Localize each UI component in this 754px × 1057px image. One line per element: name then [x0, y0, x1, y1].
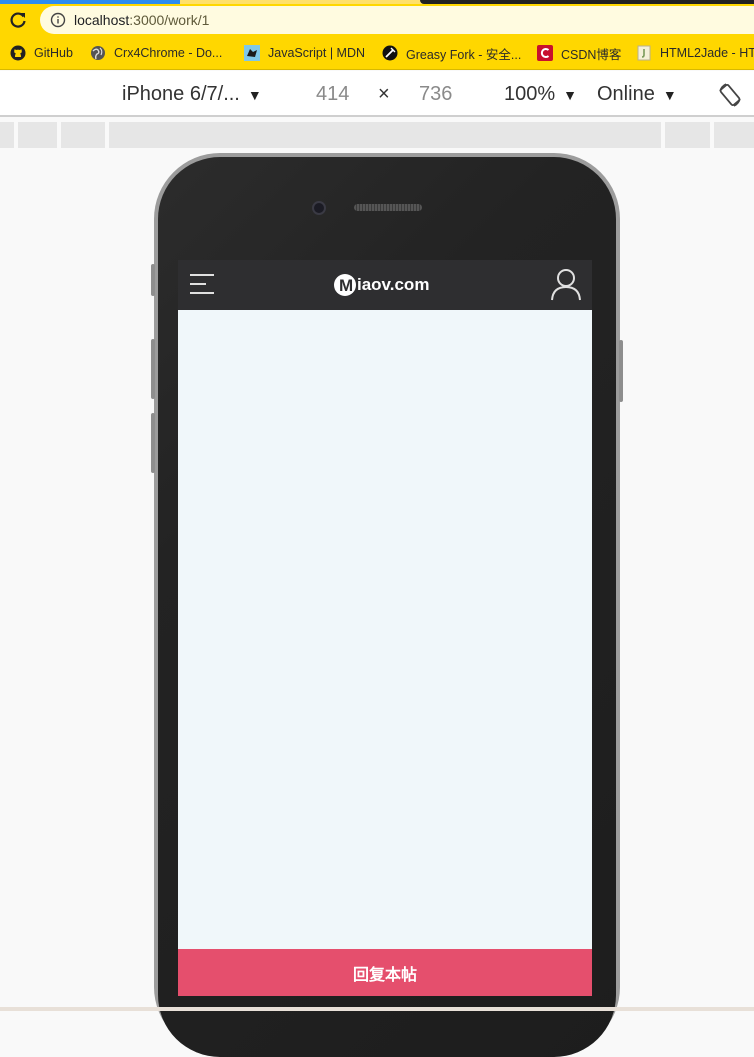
mute-switch: [151, 264, 155, 296]
github-icon: [10, 45, 26, 61]
bookmark-html2jade[interactable]: HTML2Jade - HT: [636, 44, 754, 62]
times-sign: ×: [378, 83, 390, 105]
media-query-segment[interactable]: [109, 122, 661, 148]
menu-icon[interactable]: [190, 271, 216, 297]
reply-button-label: 回复本帖: [352, 964, 417, 984]
bookmark-github[interactable]: GitHub: [10, 44, 73, 62]
media-query-segment[interactable]: [61, 122, 105, 148]
app-header: iaov.com: [178, 260, 592, 310]
logo-text: iaov.com: [357, 275, 430, 294]
site-logo[interactable]: iaov.com: [334, 272, 429, 298]
mdn-icon: [244, 45, 260, 61]
width-value: 414: [316, 83, 350, 105]
device-toolbar: iPhone 6/7/... ▼ 414 × 736 100% ▼ Online…: [0, 71, 754, 117]
front-camera: [312, 201, 326, 215]
address-bar: localhost:3000/work/1: [0, 4, 754, 36]
bookmark-label: Greasy Fork - 安全...: [406, 47, 522, 62]
media-query-segment[interactable]: [0, 122, 14, 148]
csdn-icon: [537, 45, 553, 61]
bookmarks-bar: GitHub Crx4Chrome - Do... JavaScript | M…: [0, 36, 754, 70]
dimension-separator: ×: [378, 83, 390, 106]
url-path: :3000/work/1: [129, 12, 210, 28]
volume-down-button: [151, 413, 155, 473]
network-select[interactable]: Online ▼: [597, 83, 677, 106]
dropdown-caret-icon: ▼: [563, 86, 578, 103]
device-select[interactable]: iPhone 6/7/... ▼: [122, 83, 262, 106]
bookmark-label: GitHub: [34, 46, 73, 60]
dropdown-caret-icon: ▼: [247, 86, 262, 103]
bookmark-label: JavaScript | MDN: [268, 46, 366, 60]
media-query-segment[interactable]: [18, 122, 57, 148]
media-query-segment[interactable]: [665, 122, 710, 148]
power-button: [619, 340, 623, 402]
earpiece-speaker: [354, 204, 422, 211]
device-name: iPhone 6/7/...: [122, 83, 240, 105]
globe-icon: [91, 46, 105, 60]
user-icon[interactable]: [550, 267, 582, 301]
width-input[interactable]: 414: [316, 83, 349, 106]
greasyfork-icon: [382, 45, 398, 61]
bookmark-label: CSDN博客: [561, 47, 622, 62]
height-value: 736: [419, 83, 453, 105]
network-value: Online: [597, 83, 655, 105]
info-icon[interactable]: [50, 12, 66, 28]
device-viewport: iaov.com 回复本帖: [178, 260, 592, 996]
bookmark-label: Crx4Chrome - Do...: [114, 46, 223, 60]
bookmark-label: HTML2Jade - HT: [660, 46, 754, 60]
document-icon: [637, 45, 651, 61]
reply-button[interactable]: 回复本帖: [178, 949, 592, 996]
media-query-bar: [0, 119, 754, 149]
dropdown-caret-icon: ▼: [662, 86, 677, 103]
post-content: [178, 310, 592, 949]
rotate-icon[interactable]: [716, 81, 744, 109]
zoom-select[interactable]: 100% ▼: [504, 83, 577, 106]
media-query-segment[interactable]: [714, 122, 754, 148]
zoom-value: 100%: [504, 83, 556, 105]
url-host: localhost: [74, 12, 130, 28]
bookmark-mdn[interactable]: JavaScript | MDN: [244, 44, 365, 62]
url-text: localhost:3000/work/1: [74, 12, 209, 28]
url-input[interactable]: localhost:3000/work/1: [40, 6, 754, 34]
bookmark-greasyfork[interactable]: Greasy Fork - 安全...: [382, 44, 521, 62]
volume-up-button: [151, 339, 155, 399]
reload-icon[interactable]: [8, 10, 28, 30]
bottom-edge: [0, 1007, 754, 1011]
height-input[interactable]: 736: [419, 83, 452, 106]
logo-mark: [334, 274, 356, 296]
bookmark-crx4chrome[interactable]: Crx4Chrome - Do...: [90, 44, 222, 62]
bookmark-csdn[interactable]: CSDN博客: [537, 44, 621, 62]
